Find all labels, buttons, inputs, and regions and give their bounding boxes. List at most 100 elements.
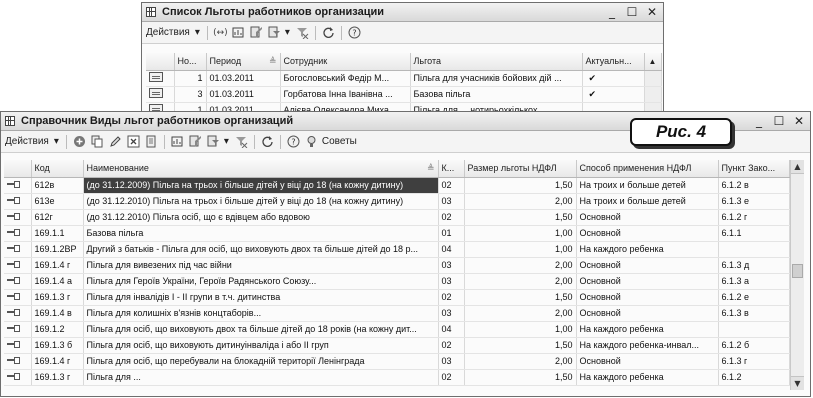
cell-method: Основной	[576, 209, 719, 226]
cell-k: 02	[438, 289, 465, 306]
minimize-button[interactable]: _	[605, 4, 619, 20]
column-header-period[interactable]: Период ≜	[206, 53, 281, 71]
cell-code: 612г	[31, 209, 84, 226]
table-row[interactable]: 169.1.2ВР Другий з батьків - Пільга для о…	[4, 241, 790, 258]
cell-amount: 1,50	[464, 177, 577, 194]
table-row[interactable]: 169.1.1 Базова пільга 01 1,00 Основной 6.1.1	[4, 225, 790, 242]
add-icon[interactable]	[72, 134, 87, 149]
cell-code: 612в	[31, 177, 84, 194]
cell-amount: 1,50	[464, 289, 577, 306]
table-row[interactable]: 612в (до 31.12.2009) Пільга на трьох і бі…	[4, 177, 790, 194]
cell-k: 04	[438, 321, 465, 338]
close-button[interactable]: ✕	[792, 113, 806, 129]
clear-filter-icon[interactable]	[234, 134, 249, 149]
cell-code: 169.1.4 г	[31, 353, 84, 370]
table-row[interactable]: 169.1.4 а Пільга для Героїв України, Геро…	[4, 273, 790, 290]
benefit-types-body: 612в (до 31.12.2009) Пільга на трьох і бі…	[4, 177, 790, 386]
cell-code: 613е	[31, 193, 84, 210]
scroll-track[interactable]	[644, 70, 662, 87]
table-row[interactable]: 169.1.3 г Пільга для інвалідів I - II гру…	[4, 289, 790, 306]
maximize-button[interactable]: ☐	[772, 113, 786, 129]
column-header-amount[interactable]: Размер льготы НДФЛ	[464, 160, 577, 178]
column-header-point[interactable]: Пункт Зако...	[718, 160, 790, 178]
cell-method: Основной	[576, 353, 719, 370]
table-row[interactable]: 3 01.03.2011 Горбатова Інна Іванівна ...…	[146, 86, 662, 103]
cell-name: Базова пільга	[83, 225, 439, 242]
column-header-benefit[interactable]: Льгота	[410, 53, 583, 71]
column-header-employee[interactable]: Сотрудник	[280, 53, 411, 71]
report-icon[interactable]	[170, 134, 185, 149]
column-header-code[interactable]: Код	[31, 160, 84, 178]
cell-benefit: Базова пільга	[410, 86, 583, 103]
filter-dropdown-icon[interactable]: ▾	[224, 136, 229, 147]
cell-point: 6.1.2 в	[718, 177, 790, 194]
cell-amount: 1,00	[464, 321, 577, 338]
table-row[interactable]: 169.1.2 Пільга для осіб, що виховують дво…	[4, 321, 790, 338]
cell-employee: Богословський Федір М...	[280, 70, 411, 87]
table-row[interactable]: 1 01.03.2011 Богословський Федір М... Пі…	[146, 70, 662, 87]
column-header-method[interactable]: Способ применения НДФЛ	[576, 160, 719, 178]
toolbar-separator	[163, 134, 165, 149]
vertical-scrollbar[interactable]: ▲ ▼	[790, 160, 804, 390]
help-icon[interactable]: ?	[286, 134, 301, 149]
table-row[interactable]: 169.1.4 г Пільга для осіб, що перебували …	[4, 353, 790, 370]
delete-icon[interactable]	[126, 134, 141, 149]
cell-point	[718, 321, 790, 338]
cell-name: (до 31.12.2009) Пільга на трьох і більше…	[83, 177, 439, 194]
cell-name: Другий з батьків - Пільга для осіб, що в…	[83, 241, 439, 258]
table-row[interactable]: 169.1.4 г Пільга для вивезених під час ві…	[4, 257, 790, 274]
refresh-icon[interactable]	[321, 25, 336, 40]
filter-icon[interactable]	[267, 25, 282, 40]
column-header-name[interactable]: Наименование ≜	[83, 160, 439, 178]
filter-set-icon[interactable]	[249, 25, 264, 40]
row-type-icon	[4, 193, 32, 210]
actions-menu[interactable]: Действия	[5, 136, 49, 147]
filter-icon[interactable]	[206, 134, 221, 149]
back-table: Но... Период ≜ Сотрудник Льгота Актуальн…	[146, 53, 662, 119]
copy-icon[interactable]	[90, 134, 105, 149]
cell-employee: Горбатова Інна Іванівна ...	[280, 86, 411, 103]
table-row[interactable]: 613е (до 31.12.2010) Пільга на трьох і бі…	[4, 193, 790, 210]
row-type-icon	[4, 209, 32, 226]
column-header-k[interactable]: К...	[438, 160, 465, 178]
mark-delete-icon[interactable]	[144, 134, 159, 149]
column-header-actual[interactable]: Актуальн...	[582, 53, 645, 71]
scroll-down-arrow-icon[interactable]: ▼	[791, 376, 804, 390]
filter-set-icon[interactable]	[188, 134, 203, 149]
cell-amount: 1,50	[464, 209, 577, 226]
scroll-up-arrow-icon[interactable]: ▲	[791, 160, 804, 174]
scroll-up-arrow-icon[interactable]: ▲	[644, 53, 662, 71]
cell-amount: 2,00	[464, 193, 577, 210]
cell-period: 01.03.2011	[206, 86, 281, 103]
row-type-icon	[4, 369, 32, 386]
toolbar-separator	[253, 134, 255, 149]
row-type-icon	[4, 273, 32, 290]
close-button[interactable]: ✕	[645, 4, 659, 20]
cell-name: (до 31.12.2010) Пільга осіб, що є вдівце…	[83, 209, 439, 226]
table-row[interactable]: 612г (до 31.12.2010) Пільга осіб, що є вд…	[4, 209, 790, 226]
scrollbar-thumb[interactable]	[792, 264, 803, 278]
maximize-button[interactable]: ☐	[625, 4, 639, 20]
filter-dropdown-icon[interactable]: ▾	[285, 27, 290, 38]
table-row[interactable]: 169.1.3 б Пільга для осіб, що виховують д…	[4, 337, 790, 354]
minimize-button[interactable]: _	[752, 113, 766, 129]
edit-pencil-icon[interactable]	[108, 134, 123, 149]
cell-k: 03	[438, 257, 465, 274]
interval-button[interactable]: (↔)	[213, 25, 228, 40]
tips-lightbulb-icon[interactable]	[304, 134, 319, 149]
report-icon[interactable]	[231, 25, 246, 40]
refresh-icon[interactable]	[260, 134, 275, 149]
toolbar-separator	[340, 25, 342, 40]
cell-k: 03	[438, 305, 465, 322]
row-type-icon	[4, 257, 32, 274]
scroll-track[interactable]	[644, 86, 662, 103]
toolbar-separator	[279, 134, 281, 149]
help-icon[interactable]: ?	[347, 25, 362, 40]
column-header-number[interactable]: Но...	[174, 53, 207, 71]
table-row[interactable]: 169.1.3 г Пільга для ... 02 1,50 На каждого …	[4, 369, 790, 386]
clear-filter-icon[interactable]	[295, 25, 310, 40]
table-row[interactable]: 169.1.4 в Пільга для колишніх в'язнів кон…	[4, 305, 790, 322]
row-icon-column-header	[146, 53, 175, 71]
actions-menu[interactable]: Действия	[146, 27, 190, 38]
tips-button[interactable]: Советы	[322, 136, 357, 147]
